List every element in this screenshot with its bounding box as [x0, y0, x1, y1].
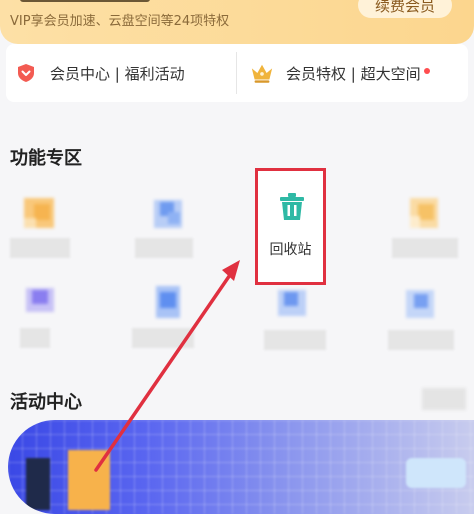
annotation-arrow	[94, 260, 240, 472]
